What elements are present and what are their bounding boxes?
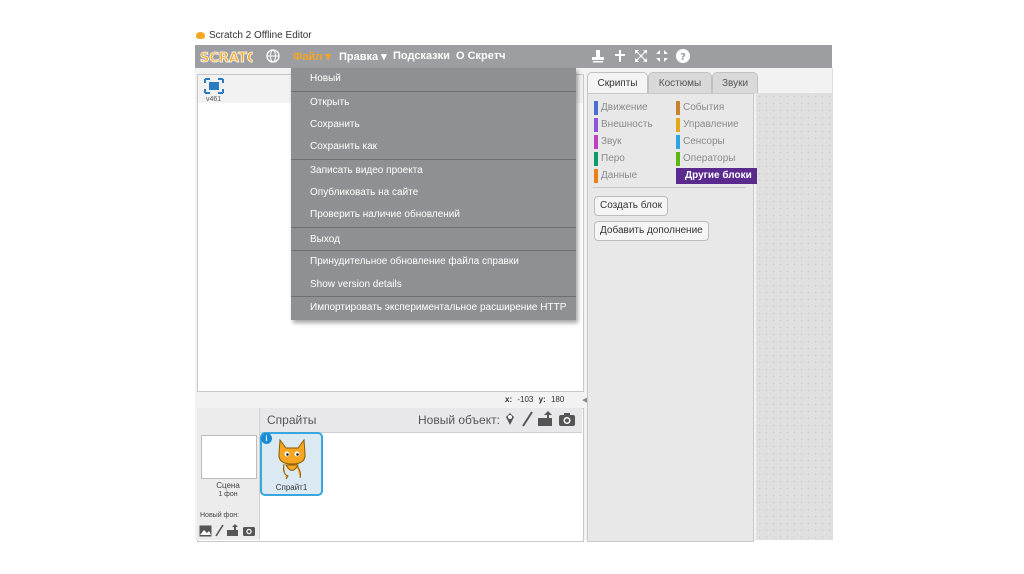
coord-y-label: y: xyxy=(538,395,546,404)
add-extension-button[interactable]: Добавить дополнение xyxy=(594,221,709,241)
coord-y-value: 180 xyxy=(550,395,565,404)
category-label: Перо xyxy=(601,153,625,164)
category-sound[interactable]: Звук xyxy=(594,135,622,149)
window-title-bar: Scratch 2 Offline Editor xyxy=(196,30,312,41)
category-swatch xyxy=(594,152,598,166)
category-label: Звук xyxy=(601,136,622,147)
category-motion[interactable]: Движение xyxy=(594,101,648,115)
scripts-area[interactable] xyxy=(756,93,832,540)
category-label: Другие блоки xyxy=(685,170,752,181)
category-swatch xyxy=(676,118,680,132)
category-swatch xyxy=(594,135,598,149)
upload-sprite-icon[interactable] xyxy=(537,410,555,427)
category-data[interactable]: Данные xyxy=(594,169,637,183)
category-label: Внешность xyxy=(601,119,653,130)
scratch-logo[interactable]: SCRATCH xyxy=(199,47,253,65)
menu-edit[interactable]: Правка ▾ xyxy=(339,50,387,63)
menu-divider xyxy=(291,159,576,160)
upload-backdrop-icon[interactable] xyxy=(226,523,240,537)
category-label: Движение xyxy=(601,102,648,113)
globe-icon[interactable] xyxy=(265,48,281,64)
category-label: Сенсоры xyxy=(683,136,725,147)
new-backdrop-label: Новый фон: xyxy=(200,512,240,519)
menu-item-save[interactable]: Сохранить xyxy=(310,119,360,130)
duplicate-stamp-icon[interactable] xyxy=(590,48,606,64)
paint-backdrop-icon[interactable] xyxy=(214,524,224,537)
coord-x-value: -103 xyxy=(517,395,534,404)
scratch-cat-icon xyxy=(196,32,205,39)
info-icon[interactable]: i xyxy=(261,433,272,444)
camera-sprite-icon[interactable] xyxy=(558,411,576,427)
category-more-blocks[interactable]: Другие блоки xyxy=(676,168,757,184)
menu-divider xyxy=(291,250,576,251)
tab-sounds[interactable]: Звуки xyxy=(712,72,758,94)
menu-tips[interactable]: Подсказки xyxy=(393,50,450,62)
scratch-logo-text: SCRATCH xyxy=(200,51,253,65)
category-label: Данные xyxy=(601,170,638,181)
choose-backdrop-icon[interactable] xyxy=(199,525,212,537)
backdrop-count: 1 фон xyxy=(218,491,238,498)
tab-scripts[interactable]: Скрипты xyxy=(587,72,648,94)
menu-item-new[interactable]: Новый xyxy=(310,73,341,84)
make-block-button[interactable]: Создать блок xyxy=(594,196,668,216)
menu-item-open[interactable]: Открыть xyxy=(310,97,349,108)
category-label: Управление xyxy=(683,119,739,130)
category-swatch xyxy=(676,135,680,149)
svg-text:?: ? xyxy=(680,52,686,63)
category-swatch xyxy=(676,101,680,115)
tab-costumes[interactable]: Костюмы xyxy=(648,72,712,94)
menu-file[interactable]: Файл ▾ xyxy=(293,50,331,63)
shrink-icon[interactable] xyxy=(654,48,670,64)
version-label: v461 xyxy=(206,96,222,103)
menu-divider xyxy=(291,91,576,92)
window-title: Scratch 2 Offline Editor xyxy=(209,30,312,41)
category-swatch xyxy=(676,152,680,166)
presentation-mode-icon[interactable] xyxy=(204,78,224,94)
category-pen[interactable]: Перо xyxy=(594,152,625,166)
category-looks[interactable]: Внешность xyxy=(594,118,653,132)
delete-cut-icon[interactable] xyxy=(612,48,628,64)
category-swatch xyxy=(594,101,598,115)
menu-item-check-updates[interactable]: Проверить наличие обновлений xyxy=(310,209,460,220)
category-operators[interactable]: Операторы xyxy=(676,152,735,166)
menu-item-version-details[interactable]: Show version details xyxy=(310,279,402,290)
category-label: События xyxy=(683,102,725,113)
menu-item-force-help-update[interactable]: Принудительное обновление файла справки xyxy=(310,256,519,267)
menu-item-save-as[interactable]: Сохранить как xyxy=(310,141,377,152)
coord-x-label: x: xyxy=(505,395,513,404)
paint-sprite-icon[interactable] xyxy=(520,411,534,427)
menu-item-quit[interactable]: Выход xyxy=(310,234,340,245)
scratch-cat-sprite-icon xyxy=(278,438,306,480)
grow-icon[interactable] xyxy=(633,48,649,64)
sprite-name: Спрайт1 xyxy=(275,483,308,492)
stage-thumbnail[interactable] xyxy=(201,435,257,479)
mouse-coords: x: -103 y: 180 xyxy=(505,395,564,404)
menu-item-import-http-extension[interactable]: Импортировать экспериментальное расширен… xyxy=(310,302,566,313)
camera-backdrop-icon[interactable] xyxy=(242,524,256,537)
menu-item-share[interactable]: Опубликовать на сайте xyxy=(310,187,418,198)
choose-sprite-icon[interactable] xyxy=(502,411,518,427)
category-swatch xyxy=(594,118,598,132)
category-label: Операторы xyxy=(683,153,736,164)
category-swatch xyxy=(594,169,598,183)
menu-divider xyxy=(291,227,576,228)
category-events[interactable]: События xyxy=(676,101,724,115)
category-sensing[interactable]: Сенсоры xyxy=(676,135,725,149)
new-object-label: Новый объект: xyxy=(418,413,500,427)
stage-name: Сцена xyxy=(216,481,240,490)
help-icon[interactable]: ? xyxy=(675,48,691,64)
menu-about[interactable]: О Скретч xyxy=(456,50,506,62)
category-control[interactable]: Управление xyxy=(676,118,739,132)
menu-item-record-video[interactable]: Записать видео проекта xyxy=(310,165,423,176)
menu-bar xyxy=(195,45,832,68)
menu-divider xyxy=(291,296,576,297)
palette-divider xyxy=(593,187,746,188)
sprites-label: Спрайты xyxy=(267,413,317,427)
